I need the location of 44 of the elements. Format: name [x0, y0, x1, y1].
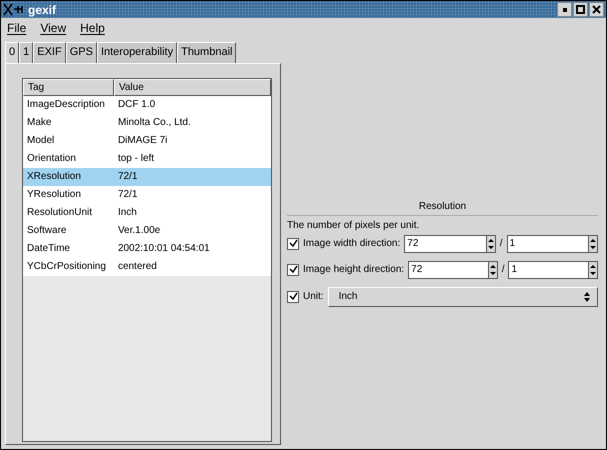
tab[interactable]: 1: [19, 42, 34, 63]
unit-dropdown[interactable]: Inch: [328, 286, 598, 306]
tag-cell[interactable]: ImageDescription: [23, 96, 114, 114]
value-cell[interactable]: centered: [114, 258, 271, 276]
field-label: Image width direction:: [303, 238, 400, 249]
value-cell[interactable]: Ver.1.00e: [114, 222, 271, 240]
number-field[interactable]: 1: [508, 260, 588, 278]
tag-cell[interactable]: YCbCrPositioning: [23, 258, 114, 276]
tab[interactable]: 0: [5, 42, 20, 63]
value-cell[interactable]: Inch: [114, 204, 271, 222]
value-cell[interactable]: 2002:10:01 04:54:01: [114, 240, 271, 258]
separator-text: /: [502, 264, 504, 275]
separator-text: /: [500, 238, 503, 249]
tag-cell[interactable]: DateTime: [23, 240, 114, 258]
tag-cell[interactable]: YResolution: [23, 186, 114, 204]
tag-cell[interactable]: Model: [23, 132, 114, 150]
menu-item[interactable]: File: [7, 21, 26, 35]
menu-item[interactable]: View: [40, 21, 66, 35]
description-text: The number of pixels per unit.: [287, 220, 420, 230]
window-title: gexif: [28, 2, 58, 16]
field-label: Image height direction:: [303, 264, 404, 275]
tab[interactable]: Thumbnail: [177, 42, 236, 63]
value-cell[interactable]: DiMAGE 7i: [114, 132, 271, 150]
tab[interactable]: Interoperability: [96, 42, 178, 63]
value-cell[interactable]: DCF 1.0: [114, 96, 271, 114]
tab[interactable]: GPS: [66, 42, 97, 63]
number-field[interactable]: 72: [404, 234, 486, 252]
tag-cell[interactable]: Software: [23, 222, 114, 240]
field-label: Unit:: [303, 291, 324, 302]
tag-cell[interactable]: XResolution: [23, 168, 114, 186]
value-cell[interactable]: 72/1: [114, 186, 271, 204]
value-cell[interactable]: 72/1: [114, 168, 271, 186]
column-header[interactable]: Value: [114, 79, 271, 96]
number-field[interactable]: 1: [506, 234, 588, 252]
value-cell[interactable]: Minolta Co., Ltd.: [114, 114, 271, 132]
column-header[interactable]: Tag: [23, 79, 114, 96]
value-cell[interactable]: top - left: [114, 150, 271, 168]
tag-cell[interactable]: Make: [23, 114, 114, 132]
tab[interactable]: EXIF: [33, 42, 66, 63]
section-heading: Resolution: [287, 198, 598, 216]
menu-item[interactable]: Help: [80, 21, 105, 35]
number-field[interactable]: 72: [408, 260, 488, 278]
tag-cell[interactable]: Orientation: [23, 150, 114, 168]
tag-cell[interactable]: ResolutionUnit: [23, 204, 114, 222]
